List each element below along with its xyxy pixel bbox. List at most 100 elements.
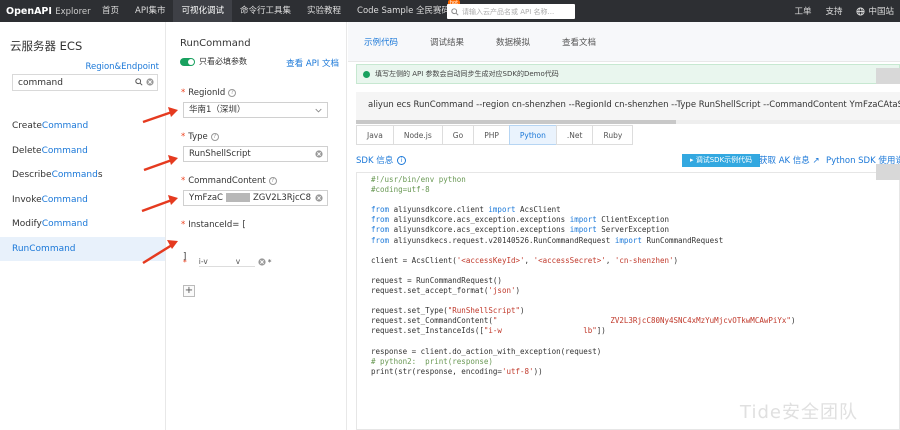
code-line: from aliyunsdkcore.acs_exception.excepti… bbox=[371, 215, 670, 225]
api-item-label: Delete bbox=[12, 145, 42, 156]
instanceid-row: * i-v v * bbox=[183, 254, 283, 270]
nav-site[interactable]: 中国站 bbox=[856, 5, 894, 17]
commandcontent-label-text: CommandContent bbox=[188, 176, 266, 186]
top-bar: OpenAPI Explorer 首页 API集市 可视化调试 命令行工具集 实… bbox=[0, 0, 900, 22]
required-mark: * bbox=[181, 220, 186, 230]
help-icon[interactable]: ? bbox=[268, 177, 277, 185]
code-line: #!/usr/bin/env python bbox=[371, 175, 466, 184]
code-line: #coding=utf-8 bbox=[371, 185, 430, 195]
info-banner-text: 填写左侧的 API 参数会自动同步生成对应SDK的Demo代码 bbox=[375, 70, 559, 78]
site-label: 中国站 bbox=[868, 7, 894, 17]
nav-support[interactable]: 支持 bbox=[825, 5, 842, 17]
side-toolbar bbox=[876, 68, 900, 180]
lang-tab-dotnet[interactable]: .Net bbox=[555, 125, 594, 145]
api-item-invoke-command[interactable]: InvokeCommand bbox=[0, 188, 165, 213]
required-mark: * bbox=[181, 88, 186, 98]
nav-code-sample-label: Code Sample 全民赛码 bbox=[357, 6, 451, 16]
code-editor[interactable]: #!/usr/bin/env python #coding=utf-8 from … bbox=[356, 172, 900, 430]
api-item-highlight: Command bbox=[41, 121, 89, 131]
api-item-modify-command[interactable]: ModifyCommand bbox=[0, 212, 165, 237]
api-item-create-command[interactable]: CreateCommand bbox=[0, 114, 165, 139]
commandcontent-input[interactable]: YmFzaC ZGV2L3RjcC8 bbox=[183, 190, 328, 206]
nav-code-sample[interactable]: Code Sample 全民赛码 hot bbox=[349, 0, 461, 22]
code-line: request.set_Type("RunShellScript") bbox=[371, 306, 525, 316]
clear-icon[interactable] bbox=[315, 150, 323, 158]
api-item-label: Create bbox=[12, 121, 42, 131]
regionid-label-text: RegionId bbox=[188, 88, 226, 98]
lang-tab-ruby[interactable]: Ruby bbox=[592, 125, 634, 145]
lang-tab-python[interactable]: Python bbox=[508, 125, 557, 145]
clear-icon[interactable] bbox=[258, 258, 266, 266]
lang-tab-php[interactable]: PHP bbox=[473, 125, 510, 145]
api-item-delete-command[interactable]: DeleteCommand bbox=[0, 139, 165, 164]
api-item-describe-commands[interactable]: DescribeCommands bbox=[0, 163, 165, 188]
code-line: # python2: print(response) bbox=[371, 356, 493, 366]
nav-tutorials[interactable]: 实验教程 bbox=[299, 0, 349, 22]
sdk-toolbar: SDK 信息 i ▸ 调试SDK示例代码 获取 AK 信息 ↗ Python SD… bbox=[356, 153, 900, 167]
brand-logo[interactable]: OpenAPI Explorer bbox=[6, 6, 94, 17]
nav-home[interactable]: 首页 bbox=[94, 0, 127, 22]
global-search-input[interactable]: 请输入云产品名或 API 名称... bbox=[447, 4, 575, 19]
api-name-title: RunCommand bbox=[180, 38, 251, 49]
code-line: request = RunCommandRequest() bbox=[371, 275, 502, 285]
feedback-icon[interactable] bbox=[876, 164, 900, 180]
params-panel: RunCommand 只看必填参数 查看 API 文档 * RegionId? 华… bbox=[167, 22, 347, 430]
sdk-info-label: SDK 信息 bbox=[356, 156, 394, 166]
regionid-select[interactable]: 华南1（深圳） bbox=[183, 102, 328, 118]
add-item-button[interactable]: + bbox=[183, 285, 195, 297]
toggle-switch[interactable] bbox=[180, 57, 195, 66]
help-icon[interactable]: ? bbox=[210, 133, 219, 141]
tab-sample-code[interactable]: 示例代码 bbox=[348, 22, 414, 61]
required-mark: * bbox=[181, 176, 186, 186]
info-banner: 填写左侧的 API 参数会自动同步生成对应SDK的Demo代码 bbox=[356, 64, 900, 84]
api-item-highlight: Command bbox=[41, 194, 88, 205]
instanceid-value: i-v bbox=[198, 257, 208, 266]
sdk-info-link[interactable]: SDK 信息 i bbox=[356, 154, 407, 166]
tab-mock-data[interactable]: 数据模拟 bbox=[480, 22, 546, 61]
copy-icon[interactable] bbox=[876, 68, 900, 84]
code-line: request.set_CommandContent(" ZV2L3RjcC80… bbox=[371, 316, 796, 326]
tab-debug-result[interactable]: 调试结果 bbox=[414, 22, 480, 61]
type-input[interactable]: RunShellScript bbox=[183, 146, 328, 162]
code-line: request.set_InstanceIds(["i-w lb"]) bbox=[371, 326, 606, 336]
code-line: print(str(response, encoding='utf-8')) bbox=[371, 366, 543, 376]
info-icon: i bbox=[397, 155, 407, 165]
lang-tab-nodejs[interactable]: Node.js bbox=[392, 125, 443, 145]
get-ak-link[interactable]: 获取 AK 信息 ↗ bbox=[759, 154, 820, 166]
lang-tab-java[interactable]: Java bbox=[356, 125, 394, 145]
search-icon bbox=[451, 7, 459, 16]
instanceid-label-text: InstanceId= bbox=[188, 220, 240, 230]
cli-command[interactable]: aliyun ecs RunCommand --region cn-shenzh… bbox=[356, 92, 900, 120]
clear-icon[interactable] bbox=[315, 194, 323, 202]
external-link-icon: ↗ bbox=[812, 156, 820, 166]
nav-ticket[interactable]: 工单 bbox=[794, 5, 811, 17]
code-panel: 示例代码 调试结果 数据模拟 查看文档 填写左侧的 API 参数会自动同步生成对… bbox=[348, 22, 900, 430]
help-icon[interactable]: ? bbox=[228, 89, 237, 97]
clear-icon[interactable] bbox=[146, 78, 154, 86]
array-close-bracket: ] bbox=[183, 252, 187, 262]
api-doc-link[interactable]: 查看 API 文档 bbox=[286, 57, 339, 69]
api-item-highlight: Command bbox=[41, 145, 88, 156]
nav-cli-tools[interactable]: 命令行工具集 bbox=[232, 0, 299, 22]
search-icon[interactable] bbox=[135, 78, 143, 86]
lang-tab-go[interactable]: Go bbox=[441, 125, 475, 145]
required-only-toggle[interactable]: 只看必填参数 bbox=[180, 56, 247, 67]
api-item-label: RunCommand bbox=[12, 243, 76, 254]
regionid-label: * RegionId? bbox=[181, 88, 237, 98]
top-right-nav: 工单 支持 中国站 bbox=[794, 0, 894, 22]
code-tabs: 示例代码 调试结果 数据模拟 查看文档 bbox=[348, 22, 900, 62]
type-label-text: Type bbox=[188, 132, 208, 142]
nav-visual-debug[interactable]: 可视化调试 bbox=[173, 0, 232, 22]
api-search-input[interactable]: command bbox=[12, 74, 158, 91]
instanceid-item-input[interactable]: i-v v bbox=[198, 257, 255, 267]
api-item-run-command[interactable]: RunCommand bbox=[0, 236, 165, 261]
nav-api-market[interactable]: API集市 bbox=[127, 0, 173, 22]
region-endpoint-link[interactable]: Region&Endpoint bbox=[85, 62, 159, 72]
tab-view-doc[interactable]: 查看文档 bbox=[546, 22, 612, 61]
api-item-highlight: Command bbox=[51, 170, 98, 180]
debug-sdk-button[interactable]: ▸ 调试SDK示例代码 bbox=[682, 154, 761, 167]
cli-scrollbar[interactable] bbox=[356, 120, 900, 124]
api-item-label: Describe bbox=[12, 170, 52, 180]
